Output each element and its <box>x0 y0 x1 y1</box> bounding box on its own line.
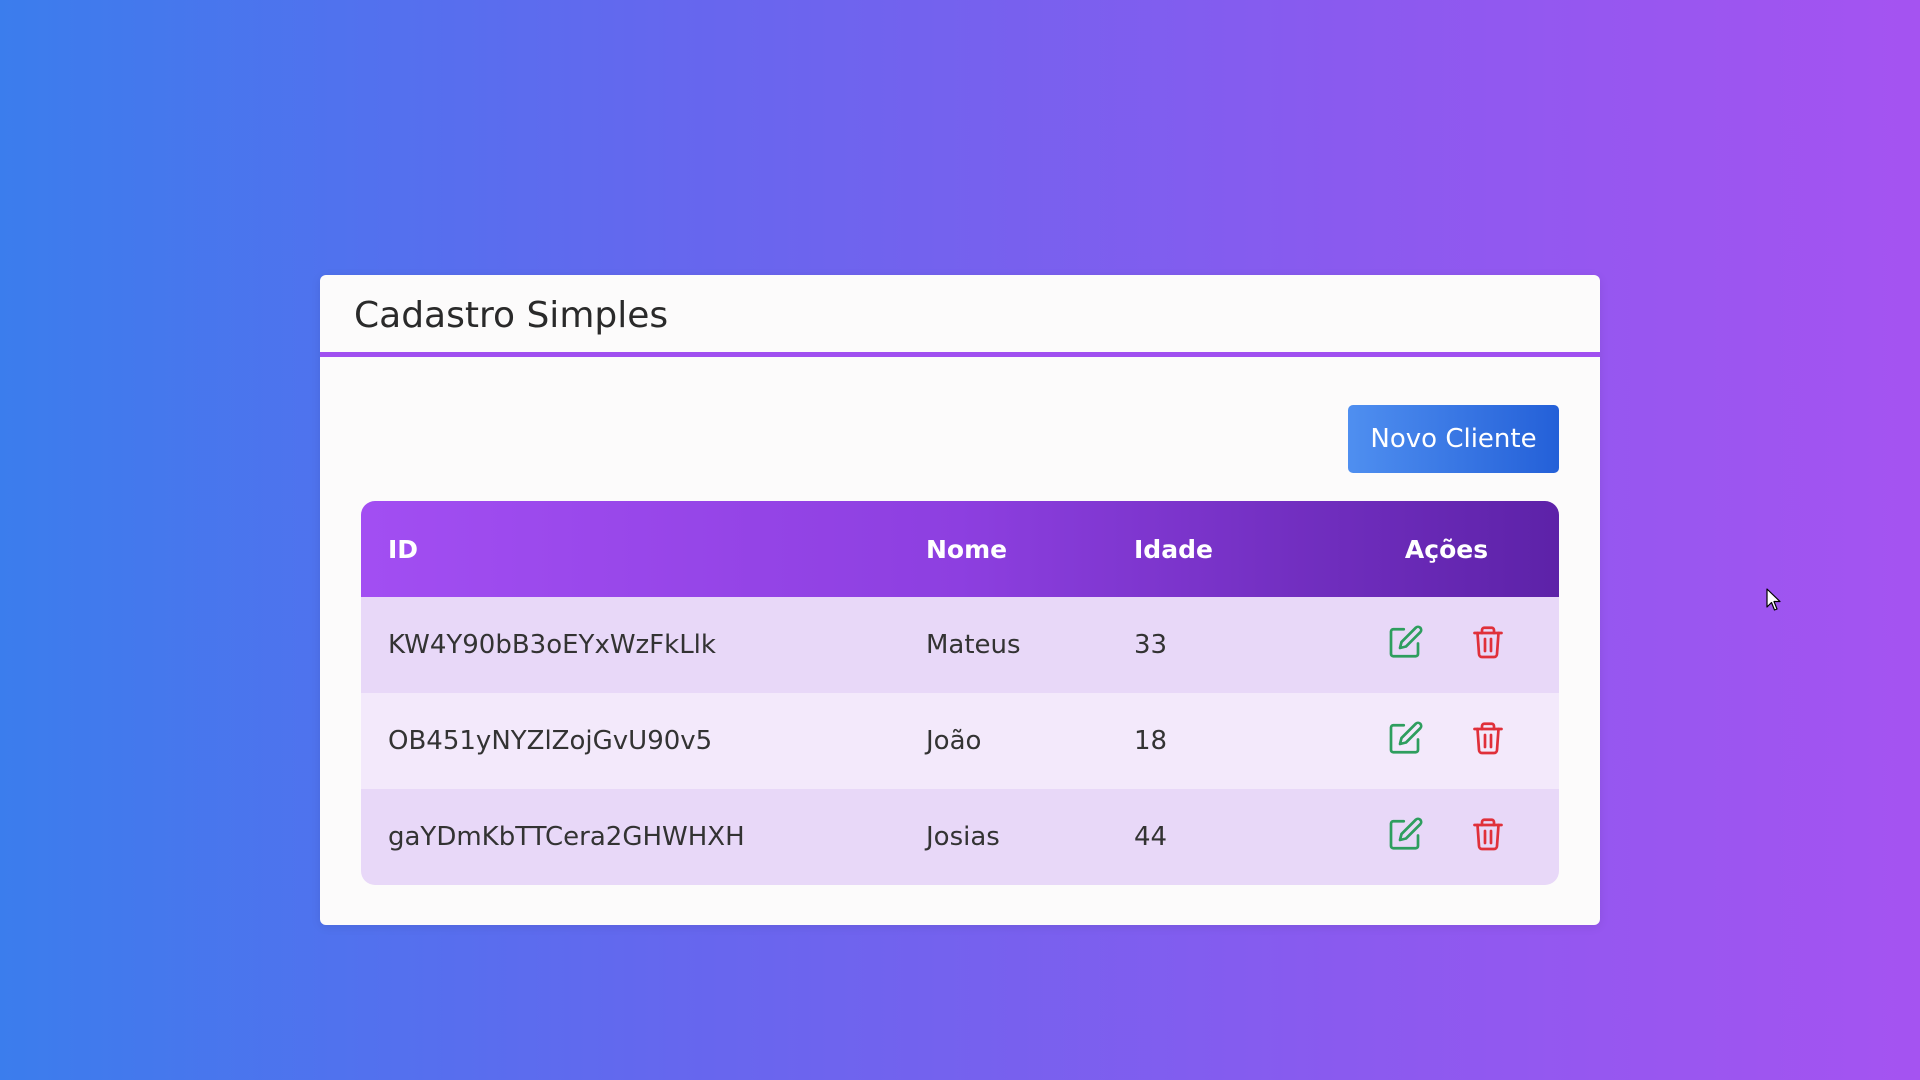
cell-actions <box>1334 789 1559 885</box>
client-register-card: Cadastro Simples Novo Cliente ID Nome Id… <box>320 275 1600 925</box>
trash-icon <box>1472 721 1503 754</box>
new-client-button[interactable]: Novo Cliente <box>1348 405 1559 473</box>
edit-icon <box>1389 624 1423 658</box>
mouse-cursor-icon <box>1766 588 1781 611</box>
cell-nome: Josias <box>926 822 1000 852</box>
table-header-row: ID Nome Idade Ações <box>361 501 1559 597</box>
cell-actions <box>1334 597 1559 693</box>
toolbar: Novo Cliente <box>1348 405 1559 473</box>
delete-button[interactable] <box>1470 720 1506 756</box>
clients-table-container: ID Nome Idade Ações KW4Y90bB3oEYxWzFkLlk… <box>361 501 1559 885</box>
edit-icon <box>1389 720 1423 754</box>
column-header-acoes: Ações <box>1404 534 1489 564</box>
column-header-id: ID <box>388 534 419 564</box>
edit-button[interactable] <box>1388 720 1424 756</box>
clients-table: ID Nome Idade Ações KW4Y90bB3oEYxWzFkLlk… <box>361 501 1559 885</box>
page-title: Cadastro Simples <box>354 295 669 336</box>
cell-id: gaYDmKbTTCera2GHWHXH <box>388 822 745 852</box>
card-header: Cadastro Simples <box>320 275 1600 357</box>
column-header-idade: Idade <box>1134 534 1213 564</box>
delete-button[interactable] <box>1470 816 1506 852</box>
edit-button[interactable] <box>1388 624 1424 660</box>
cell-idade: 33 <box>1134 630 1168 660</box>
table-row: OB451yNYZlZojGvU90v5 João 18 <box>361 693 1559 789</box>
edit-icon <box>1389 816 1423 850</box>
cell-nome: Mateus <box>926 630 1021 660</box>
cell-idade: 18 <box>1134 726 1168 756</box>
cell-actions <box>1334 693 1559 789</box>
cell-id: OB451yNYZlZojGvU90v5 <box>388 726 713 756</box>
edit-button[interactable] <box>1388 816 1424 852</box>
delete-button[interactable] <box>1470 624 1506 660</box>
column-header-nome: Nome <box>926 534 1008 564</box>
cell-nome: João <box>926 726 982 756</box>
trash-icon <box>1472 817 1503 850</box>
table-row: KW4Y90bB3oEYxWzFkLlk Mateus 33 <box>361 597 1559 693</box>
trash-icon <box>1472 625 1503 658</box>
table-row: gaYDmKbTTCera2GHWHXH Josias 44 <box>361 789 1559 885</box>
cell-idade: 44 <box>1134 822 1168 852</box>
cell-id: KW4Y90bB3oEYxWzFkLlk <box>388 630 716 660</box>
